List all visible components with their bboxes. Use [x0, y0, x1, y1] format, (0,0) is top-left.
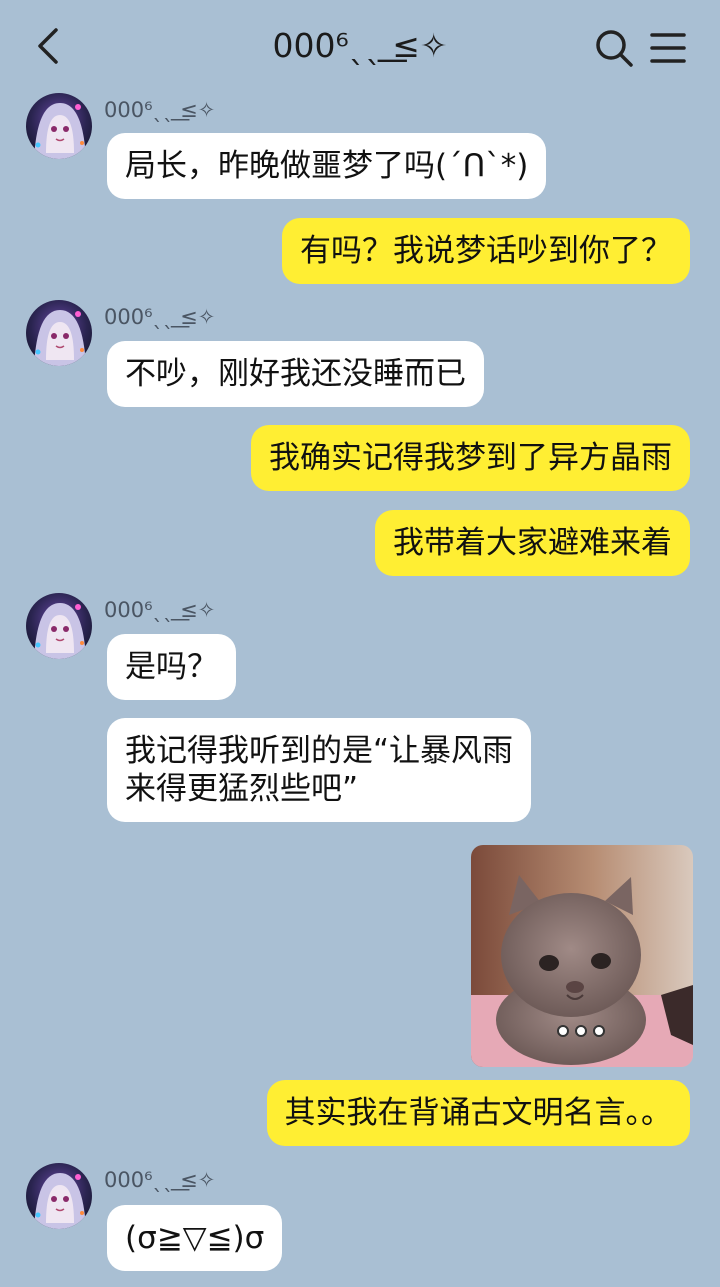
sender-name: 000⁶ˎˎ ͟≤✧ [104, 598, 216, 622]
dot [575, 1025, 587, 1037]
message-bubble[interactable]: 其实我在背诵古文明名言。。 [266, 1080, 690, 1146]
message-bubble[interactable]: 是吗？ [107, 634, 236, 700]
message-bubble[interactable]: 我记得我听到的是“让暴风雨 来得更猛烈些吧” [107, 718, 532, 822]
contact-avatar[interactable] [26, 593, 92, 659]
message-bubble[interactable]: 不吵，刚好我还没睡而已 [107, 341, 484, 407]
message-bubble[interactable]: 我带着大家避难来着 [375, 510, 690, 576]
avatar-image [26, 93, 92, 159]
sender-name: 000⁶ˎˎ ͟≤✧ [104, 98, 216, 122]
more-dots-icon[interactable] [557, 1025, 605, 1037]
photo-message[interactable] [471, 845, 693, 1067]
message-line: 来得更猛烈些吧” [125, 771, 359, 807]
avatar-image [26, 1163, 92, 1229]
menu-button[interactable] [650, 30, 686, 66]
message-bubble[interactable]: (σ≧▽≦)σ [107, 1205, 283, 1271]
search-icon [596, 30, 633, 67]
contact-avatar[interactable] [26, 300, 92, 366]
dot [593, 1025, 605, 1037]
contact-avatar[interactable] [26, 1163, 92, 1229]
avatar-image [26, 593, 92, 659]
message-bubble[interactable]: 我确实记得我梦到了异方晶雨 [251, 425, 690, 491]
message-line: 我记得我听到的是“让暴风雨 [125, 733, 514, 769]
dot [557, 1025, 569, 1037]
search-button[interactable] [594, 28, 634, 68]
sender-name: 000⁶ˎˎ ͟≤✧ [104, 305, 216, 329]
contact-avatar[interactable] [26, 93, 92, 159]
chat-header: 000⁶ˎˎ ͟≤✧ [0, 0, 720, 95]
message-bubble[interactable]: 局长，昨晚做噩梦了吗(´Ո`*) [107, 133, 547, 199]
menu-icon [650, 33, 686, 63]
sender-name: 000⁶ˎˎ ͟≤✧ [104, 1168, 216, 1192]
avatar-image [26, 300, 92, 366]
message-bubble[interactable]: 有吗？我说梦话吵到你了？ [282, 218, 690, 284]
